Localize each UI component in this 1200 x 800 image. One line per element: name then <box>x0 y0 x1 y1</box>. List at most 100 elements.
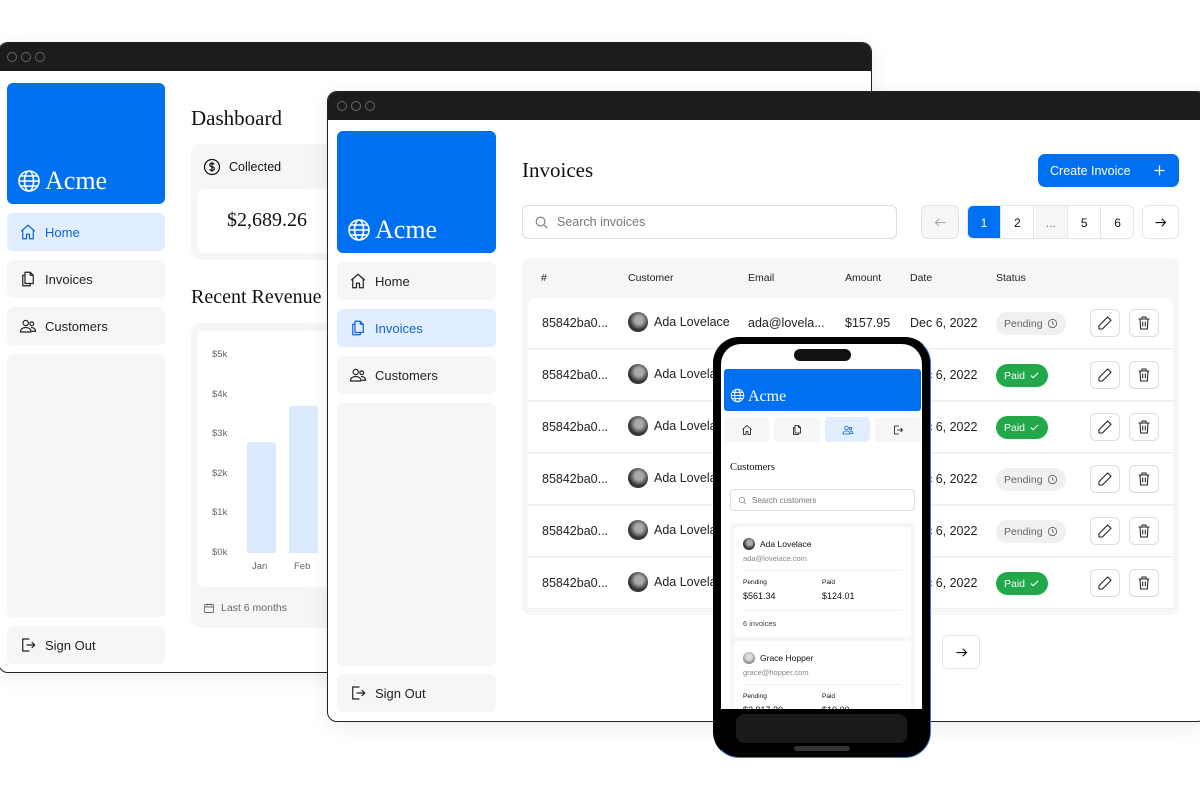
window-zoom-button[interactable] <box>365 101 375 111</box>
sidebar-item-label: Home <box>45 224 80 240</box>
window-zoom-button[interactable] <box>35 52 45 62</box>
customer-cell: Ada Lovelace <box>628 312 730 332</box>
window-close-button[interactable] <box>7 52 17 62</box>
sidebar-item-customers[interactable]: Customers <box>337 356 496 394</box>
pencil-icon <box>1097 419 1113 435</box>
paid-label: Paid <box>822 579 836 586</box>
divider <box>743 684 902 685</box>
search-placeholder: Search customers <box>752 495 817 505</box>
sidebar-item-home[interactable]: Home <box>337 262 496 300</box>
pencil-icon <box>1097 315 1113 331</box>
pending-label: Pending <box>743 693 767 700</box>
y-tick-label: $3k <box>212 428 228 440</box>
bottom-next-page-button[interactable] <box>942 635 980 669</box>
status-badge: Pending <box>996 468 1066 491</box>
edit-invoice-button[interactable] <box>1090 309 1120 337</box>
invoice-count: 6 invoices <box>743 619 777 628</box>
mobile-page-title: Customers <box>730 462 775 473</box>
status-label: Pending <box>1004 473 1043 486</box>
mobile-nav-invoices[interactable] <box>774 417 820 442</box>
acme-logo[interactable]: Acme <box>7 83 165 204</box>
customer-card[interactable]: Ada Lovelace ada@lovelace.com Pending $561.… <box>734 527 911 637</box>
delete-invoice-button[interactable] <box>1129 309 1159 337</box>
check-icon <box>1029 370 1040 381</box>
clock-icon <box>1047 474 1058 485</box>
delete-invoice-button[interactable] <box>1129 517 1159 545</box>
avatar <box>743 538 755 550</box>
search-icon <box>534 215 549 230</box>
pagination-ellipsis: ... <box>1034 206 1068 238</box>
sign-out-button[interactable]: Sign Out <box>337 674 496 712</box>
status-badge: Paid <box>996 364 1049 387</box>
sign-out-button[interactable]: Sign Out <box>7 626 165 664</box>
arrow-right-icon <box>1153 215 1168 230</box>
edit-invoice-button[interactable] <box>1090 569 1120 597</box>
sidebar-item-invoices[interactable]: Invoices <box>337 309 496 347</box>
pending-amount: $2,917.30 <box>743 705 783 709</box>
avatar <box>628 520 648 540</box>
avatar <box>628 364 648 384</box>
check-icon <box>1029 578 1040 589</box>
collected-label: Collected <box>229 160 282 174</box>
pending-label: Pending <box>743 579 767 586</box>
sign-out-icon <box>349 684 367 702</box>
delete-invoice-button[interactable] <box>1129 569 1159 597</box>
trash-icon <box>1136 471 1152 487</box>
edit-invoice-button[interactable] <box>1090 517 1120 545</box>
window-titlebar <box>328 92 1200 120</box>
mobile-nav-sign-out[interactable] <box>875 417 921 442</box>
sidebar-item-customers[interactable]: Customers <box>7 307 165 345</box>
next-page-button[interactable] <box>1142 205 1179 239</box>
status-badge: Paid <box>996 572 1049 595</box>
customer-email: ada@lovelace.com <box>743 554 807 563</box>
trash-icon <box>1136 419 1152 435</box>
delete-invoice-button[interactable] <box>1129 413 1159 441</box>
search-customers-input[interactable]: Search customers <box>730 489 915 511</box>
sidebar-item-invoices[interactable]: Invoices <box>7 260 165 298</box>
edit-invoice-button[interactable] <box>1090 361 1120 389</box>
page-1-button[interactable]: 1 <box>968 206 1001 238</box>
page-6-button[interactable]: 6 <box>1102 206 1133 238</box>
customer-card-header: Ada Lovelace <box>743 538 812 550</box>
calendar-icon <box>203 602 215 614</box>
customer-card[interactable]: Grace Hopper grace@hopper.com Pending $2,91… <box>734 641 911 709</box>
x-tick-label: Jan <box>252 561 268 572</box>
window-minimize-button[interactable] <box>351 101 361 111</box>
page-5-button[interactable]: 5 <box>1068 206 1102 238</box>
acme-logo[interactable]: Acme <box>337 131 496 253</box>
page-2-button[interactable]: 2 <box>1001 206 1035 238</box>
home-indicator[interactable] <box>794 746 850 751</box>
search-invoices-input[interactable]: Search invoices <box>522 205 897 239</box>
sign-out-label: Sign Out <box>375 685 426 701</box>
create-invoice-button[interactable]: Create Invoice <box>1038 154 1179 187</box>
delete-invoice-button[interactable] <box>1129 465 1159 493</box>
sidebar-item-label: Home <box>375 273 410 289</box>
sidebar-item-home[interactable]: Home <box>7 213 165 251</box>
delete-invoice-button[interactable] <box>1129 361 1159 389</box>
mobile-screen: Acme Customers Search customers Ada Love… <box>721 344 922 709</box>
sign-out-icon <box>892 424 904 436</box>
mobile-nav-home[interactable] <box>724 417 769 442</box>
y-tick-label: $0k <box>212 547 228 558</box>
customer-name: Grace Hopper <box>760 653 814 663</box>
mobile-nav-customers[interactable] <box>825 417 870 442</box>
acme-logo[interactable]: Acme <box>724 369 921 411</box>
plus-icon <box>1152 163 1167 178</box>
prev-page-button[interactable] <box>921 205 959 239</box>
window-close-button[interactable] <box>337 101 347 111</box>
documents-icon <box>349 319 367 337</box>
pencil-icon <box>1097 523 1113 539</box>
pending-amount: $561.34 <box>743 591 776 601</box>
window-minimize-button[interactable] <box>21 52 31 62</box>
customer-email: grace@hopper.com <box>743 668 809 677</box>
pencil-icon <box>1097 575 1113 591</box>
edit-invoice-button[interactable] <box>1090 465 1120 493</box>
status-label: Pending <box>1004 525 1043 538</box>
sidebar-item-label: Customers <box>45 318 108 334</box>
revenue-bar <box>247 442 276 553</box>
avatar <box>628 312 648 332</box>
mobile-device: Acme Customers Search customers Ada Love… <box>713 337 931 758</box>
edit-invoice-button[interactable] <box>1090 413 1120 441</box>
globe-icon <box>347 218 371 242</box>
documents-icon <box>19 270 37 288</box>
